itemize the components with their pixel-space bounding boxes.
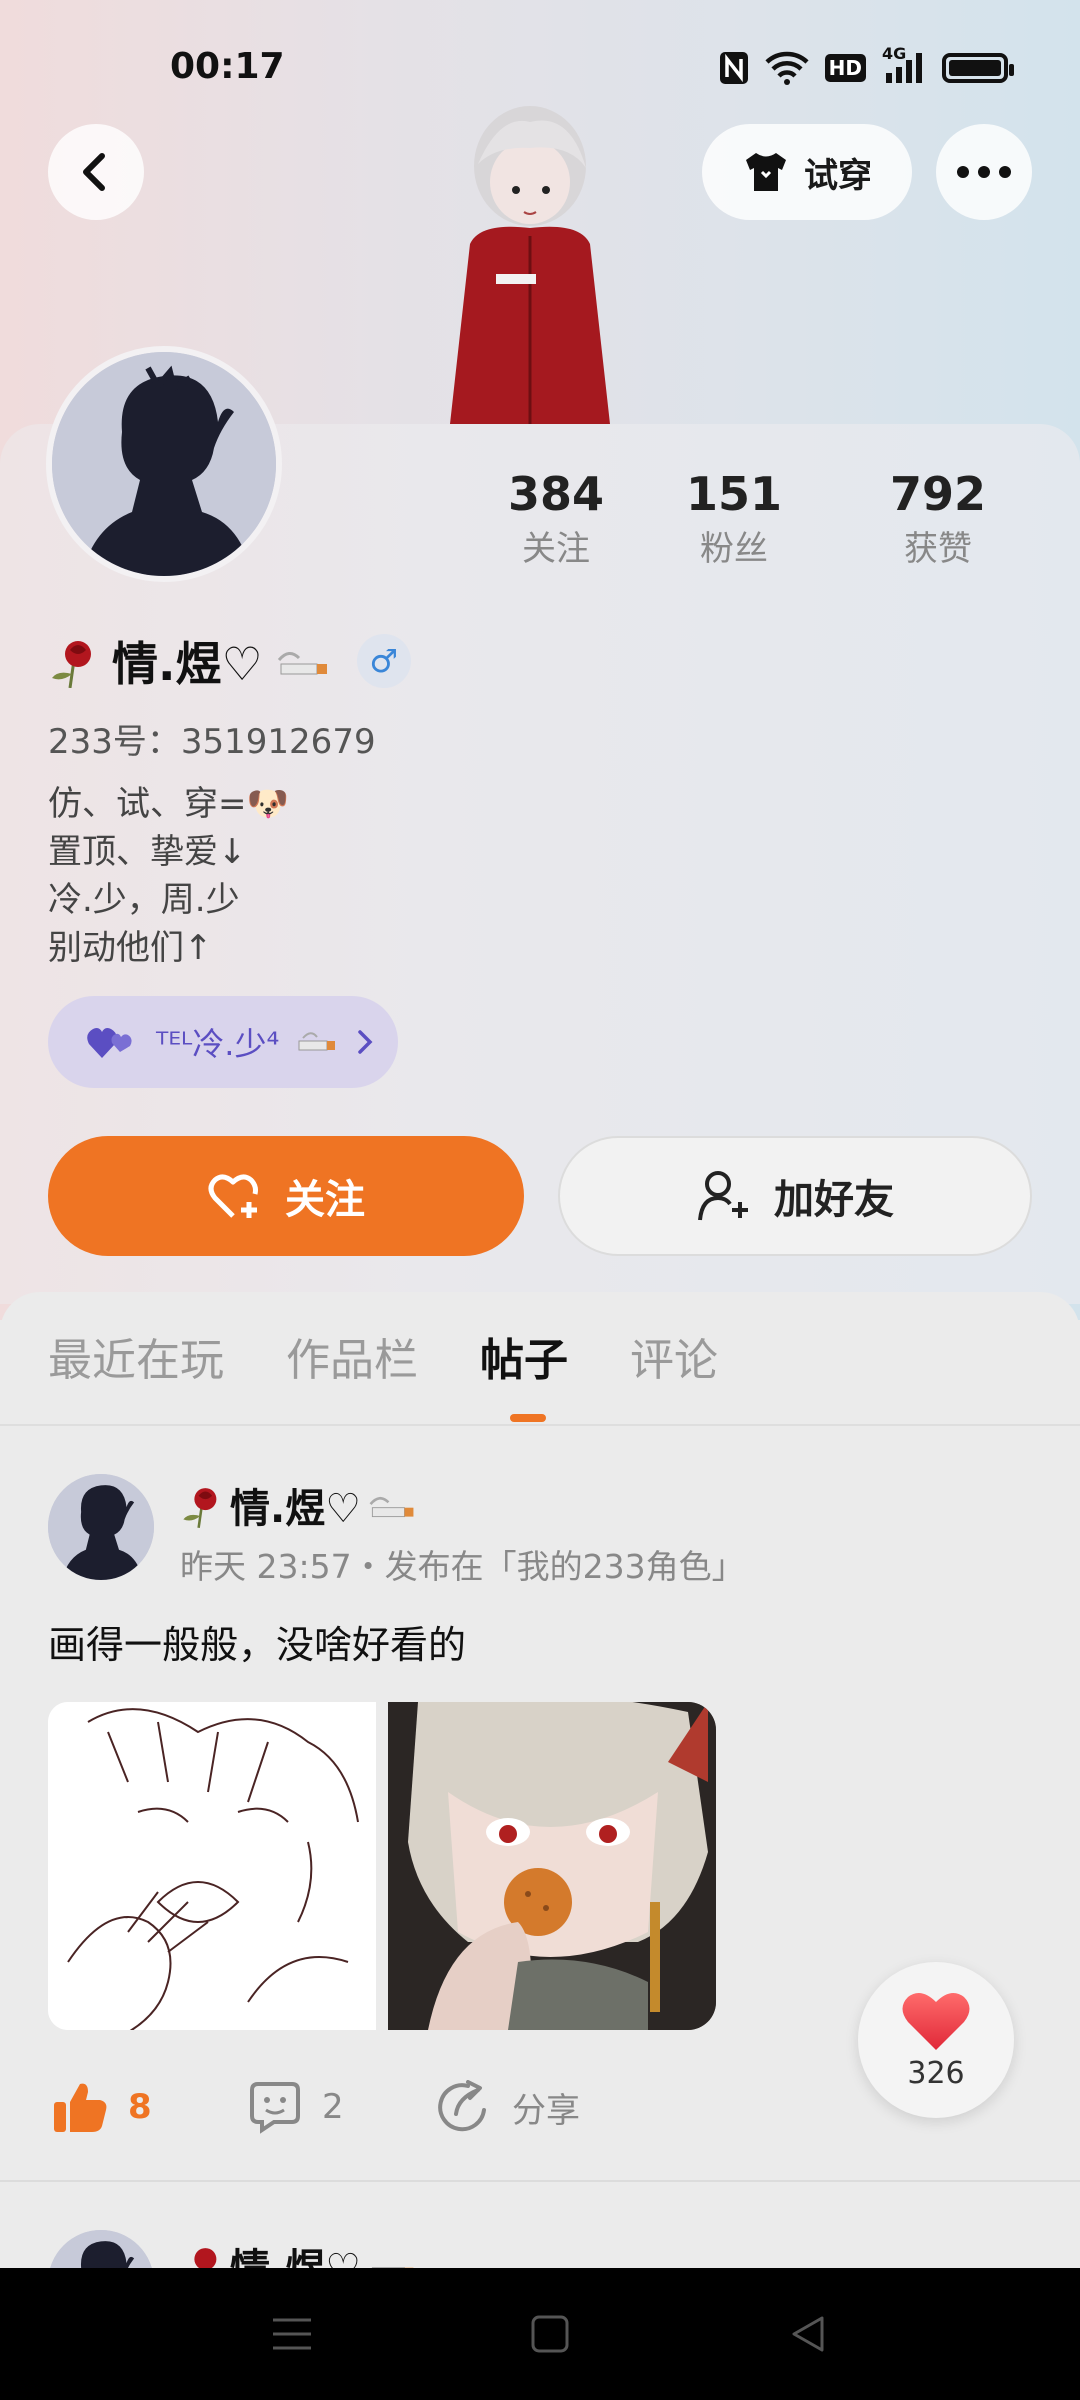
back-nav-button[interactable]	[780, 2306, 836, 2362]
nfc-icon	[719, 50, 749, 86]
more-dots-icon	[957, 166, 1011, 178]
stat-followers[interactable]: 151 粉丝	[632, 464, 836, 574]
rose-icon	[183, 1488, 217, 1529]
bio-line: 置顶、挚爱↓	[48, 832, 247, 872]
cigarette-icon	[298, 1032, 336, 1051]
double-heart-icon	[87, 1028, 132, 1058]
active-tab-indicator	[510, 1414, 546, 1422]
try-on-button[interactable]: 试穿	[702, 124, 912, 220]
rose-icon	[52, 641, 91, 688]
share-button[interactable]: 分享	[438, 2080, 580, 2134]
stat-likes-value: 792	[889, 467, 987, 521]
square-icon	[531, 2315, 569, 2353]
avatar-silhouette-image	[52, 352, 276, 576]
user-id[interactable]: 233号：351912679	[48, 714, 376, 763]
stat-likes-label: 获赞	[904, 529, 972, 569]
tab-posts[interactable]: 帖子	[480, 1324, 568, 1388]
stat-following-value: 384	[507, 467, 605, 521]
comment-count: 2	[322, 2087, 344, 2127]
status-icons: HD 4G	[719, 44, 1014, 86]
heart-icon	[902, 1992, 970, 2050]
stat-following[interactable]: 384 关注	[480, 464, 632, 574]
floating-like-button[interactable]: 326	[858, 1962, 1014, 2118]
stat-followers-value: 151	[685, 467, 783, 521]
bio-line: 冷.少，周.少	[48, 880, 240, 920]
recent-apps-button[interactable]	[264, 2306, 320, 2362]
add-friend-label: 加好友	[774, 1177, 894, 1223]
4g-signal-icon: 4G	[882, 44, 926, 86]
follow-label: 关注	[285, 1177, 365, 1223]
hd-label: HD	[824, 54, 866, 82]
status-time: 00:17	[170, 46, 285, 87]
profile-screen: 00:17 HD 4G 试穿 384 关注 151 粉丝 792 获赞 情.煜♡…	[0, 0, 1080, 2400]
divider	[0, 2180, 1080, 2182]
bio-line: 别动他们↑	[48, 928, 213, 968]
couple-name: ᵀᴱᴸ冷.少⁴	[156, 1025, 280, 1063]
stat-followers-label: 粉丝	[700, 529, 768, 569]
post-author-avatar[interactable]	[48, 1474, 154, 1580]
post-meta: 昨天 23:57・发布在「我的233角色」	[180, 1547, 745, 1586]
tshirt-icon	[746, 153, 786, 191]
back-button[interactable]	[48, 124, 144, 220]
profile-bio: 仿、试、穿=🐶 置顶、挚爱↓ 冷.少，周.少 别动他们↑	[48, 780, 289, 972]
home-button[interactable]	[522, 2306, 578, 2362]
sketch-image	[48, 1702, 376, 2030]
share-label: 分享	[512, 2090, 580, 2131]
comment-button[interactable]: 2	[248, 2080, 344, 2134]
cigarette-icon	[369, 1496, 414, 1518]
system-navigation-bar	[0, 2268, 1080, 2400]
tab-recently-played[interactable]: 最近在玩	[48, 1324, 224, 1388]
colored-art-image	[388, 1702, 716, 2030]
wifi-icon	[765, 50, 809, 86]
triangle-back-icon	[792, 2316, 824, 2352]
post-author-name: 情.煜♡	[230, 1486, 362, 1532]
heart-plus-icon	[208, 1174, 258, 1218]
profile-name: 情.煜♡	[112, 637, 263, 691]
like-count: 8	[128, 2087, 152, 2127]
add-user-icon	[698, 1171, 748, 1221]
divider	[0, 1424, 1080, 1426]
profile-avatar[interactable]	[46, 346, 282, 582]
male-symbol-icon: ♂	[369, 642, 399, 680]
chevron-right-icon	[358, 1030, 373, 1054]
bio-line: 仿、试、穿=🐶	[48, 784, 289, 824]
cigarette-icon	[277, 652, 327, 675]
comment-icon	[250, 2082, 300, 2134]
post-text[interactable]: 画得一般般，没啥好看的	[48, 1614, 466, 1669]
avatar-silhouette-image	[48, 1474, 154, 1580]
tab-works[interactable]: 作品栏	[286, 1324, 418, 1388]
like-button[interactable]: 8	[52, 2080, 152, 2134]
tab-comments[interactable]: 评论	[630, 1324, 718, 1388]
avatar-character-image	[450, 106, 610, 424]
profile-stats: 384 关注 151 粉丝 792 获赞	[480, 464, 1040, 574]
stat-likes[interactable]: 792 获赞	[836, 464, 1040, 574]
post-author-name-row[interactable]: 情.煜♡	[180, 1476, 417, 1534]
hd-icon: HD	[824, 50, 866, 86]
thumbs-up-icon	[54, 2083, 107, 2132]
post-image-colored[interactable]	[388, 1702, 716, 2030]
network-label: 4G	[882, 44, 907, 63]
post-image-sketch[interactable]	[48, 1702, 376, 2030]
share-icon	[438, 2080, 486, 2132]
profile-tabs: 最近在玩 作品栏 帖子 评论	[48, 1324, 718, 1388]
follow-button[interactable]: 关注	[48, 1136, 524, 1256]
battery-icon	[942, 50, 1014, 86]
couple-relation-pill[interactable]: ᵀᴱᴸ冷.少⁴	[48, 996, 398, 1088]
stat-following-label: 关注	[522, 529, 590, 569]
profile-name-row: 情.煜♡ ♂	[48, 628, 411, 694]
try-on-label: 试穿	[804, 155, 872, 196]
menu-lines-icon	[273, 2318, 311, 2350]
chevron-left-icon	[83, 153, 105, 191]
gender-male-badge: ♂	[356, 634, 411, 688]
floating-like-count: 326	[907, 2055, 965, 2091]
add-friend-button[interactable]: 加好友	[558, 1136, 1032, 1256]
more-options-button[interactable]	[936, 124, 1032, 220]
